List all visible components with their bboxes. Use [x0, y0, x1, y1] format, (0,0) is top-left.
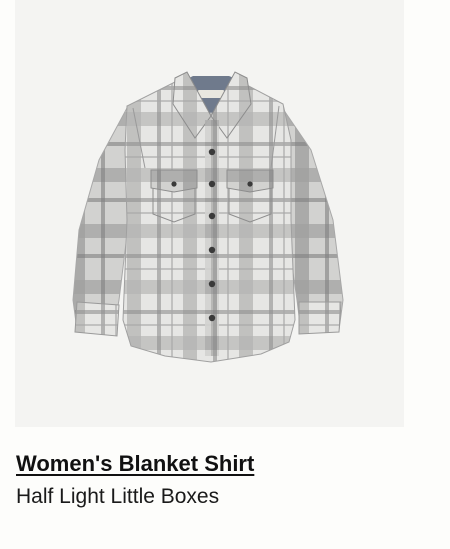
product-variant: Half Light Little Boxes — [16, 485, 220, 508]
product-image-link[interactable] — [15, 0, 404, 427]
plaid-shirt-image — [72, 71, 344, 363]
product-title-link[interactable]: Women's Blanket Shirt — [16, 451, 254, 477]
product-card[interactable]: Women's Blanket Shirt Half Light Little … — [0, 0, 450, 549]
